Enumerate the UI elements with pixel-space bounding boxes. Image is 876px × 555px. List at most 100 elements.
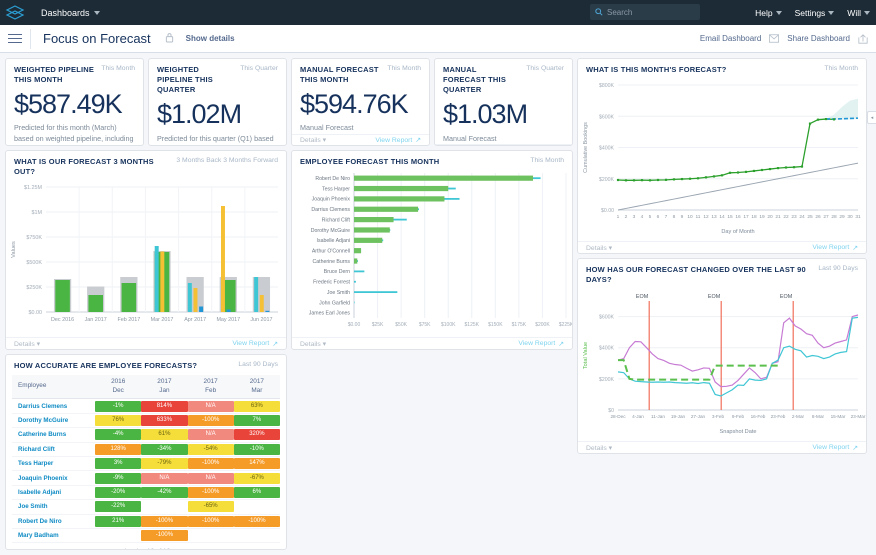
column-header-employee[interactable]: Employee — [12, 375, 96, 400]
column-header-period[interactable]: 2016 Dec — [95, 375, 142, 400]
svg-text:$75K: $75K — [419, 322, 431, 328]
kpi-card-manual-forecast-quarter: MANUAL FORECAST THIS QUARTER This Quarte… — [434, 58, 573, 146]
employee-name-cell[interactable]: Darrius Clemens — [12, 398, 96, 414]
svg-text:Arthur O'Connell: Arthur O'Connell — [312, 249, 350, 255]
employee-name-cell[interactable]: Tess Harper — [12, 456, 96, 472]
show-details-button[interactable]: Show details — [186, 34, 235, 43]
table-row[interactable]: Robert De Niro 21% -100% -100% -100% — [12, 514, 280, 529]
table-row[interactable]: Joaquin Phoenix -9% N/A N/A -67% — [12, 470, 280, 486]
svg-text:Feb 2017: Feb 2017 — [117, 317, 140, 323]
svg-text:13: 13 — [711, 214, 717, 220]
svg-text:$600K: $600K — [599, 114, 615, 120]
svg-text:$125K: $125K — [465, 322, 480, 328]
kpi-card-manual-forecast-month: MANUAL FORECAST THIS MONTH This Month $5… — [291, 58, 430, 146]
nav-help[interactable]: Help — [755, 8, 782, 18]
accuracy-cell: -10% — [233, 442, 280, 457]
svg-text:Jun 2017: Jun 2017 — [250, 317, 272, 323]
view-report-link[interactable]: View Report ↗ — [518, 340, 564, 348]
accuracy-cell: -100% — [141, 514, 188, 529]
table-row[interactable]: Dorothy McGuire 76% 633% -100% 7% — [12, 413, 280, 429]
share-dashboard-button[interactable]: Share Dashboard — [787, 34, 850, 43]
svg-text:$200K: $200K — [599, 377, 615, 383]
view-report-link[interactable]: View Report ↗ — [812, 244, 858, 252]
card-title: WEIGHTED PIPELINE THIS MONTH — [14, 65, 95, 85]
table-row[interactable]: Catherine Burns -4% 61% N/A 320% — [12, 427, 280, 443]
accuracy-cell: -20% — [95, 485, 142, 501]
employee-name-cell[interactable]: Joaquin Phoenix — [12, 470, 96, 486]
email-icon[interactable] — [769, 34, 780, 43]
employee-accuracy-table: Employee 2016 Dec 2017 Jan 2017 Feb 2017 Mar Dar… — [12, 375, 280, 544]
email-dashboard-button[interactable]: Email Dashboard — [700, 34, 761, 43]
table-row[interactable]: Joe Smith -22% -65% — [12, 499, 280, 515]
svg-text:23: 23 — [791, 214, 797, 220]
svg-text:10: 10 — [687, 214, 693, 220]
column-header-period[interactable]: 2017 Mar — [233, 375, 280, 400]
table-row[interactable]: Richard Clift 128% -34% -54% -10% — [12, 442, 280, 457]
employee-name-cell[interactable]: Catherine Burns — [12, 427, 96, 443]
chart-card-employee-forecast: EMPLOYEE FORECAST THIS MONTH This Month … — [291, 150, 573, 350]
lock-icon — [165, 30, 174, 48]
chevron-down-icon — [864, 10, 870, 15]
svg-text:$600K: $600K — [599, 315, 615, 321]
accuracy-cell: N/A — [187, 398, 234, 414]
horizontal-bar-chart-plot[interactable]: $0.00 $25K $50K $75K $100K $125K $150K $175K $20… — [292, 169, 572, 337]
search-input[interactable]: Search — [590, 4, 700, 20]
card-title: WHAT IS THIS MONTH'S FORECAST? — [586, 65, 727, 74]
view-report-link[interactable]: View Report ↗ — [812, 444, 858, 452]
accuracy-cell: N/A — [187, 427, 234, 443]
nav-user-menu[interactable]: Will — [847, 8, 870, 18]
svg-text:Frederic Forrest: Frederic Forrest — [313, 280, 350, 286]
details-link[interactable]: Details ▾ — [300, 136, 326, 144]
accuracy-cell: N/A — [141, 470, 188, 486]
dashboard-canvas: ◂ WEIGHTED PIPELINE THIS MONTH This Mont… — [0, 53, 876, 555]
details-link[interactable]: Details ▾ — [300, 340, 326, 348]
svg-text:17: 17 — [743, 214, 749, 220]
nav-settings[interactable]: Settings — [795, 8, 835, 18]
employee-name-cell[interactable]: Mary Badham — [12, 528, 96, 544]
kpi-value: $594.76K — [300, 89, 409, 120]
svg-text:EOM: EOM — [780, 294, 793, 300]
collapse-panel-toggle[interactable]: ◂ — [867, 111, 876, 124]
details-link[interactable]: Details ▾ — [586, 244, 612, 252]
accuracy-cell: -100% — [187, 485, 234, 501]
svg-text:2-Mar: 2-Mar — [792, 414, 805, 419]
svg-text:23-Mar: 23-Mar — [851, 414, 866, 419]
nav-app-label: Dashboards — [41, 7, 90, 18]
view-report-link[interactable]: View Report ↗ — [518, 145, 564, 146]
svg-text:22: 22 — [783, 214, 789, 220]
table-row[interactable]: Mary Badham -100% — [12, 528, 280, 544]
table-row[interactable]: Isabelle Adjani -20% -42% -100% 6% — [12, 485, 280, 501]
salesforce-logo[interactable] — [0, 0, 30, 25]
column-header-period[interactable]: 2017 Feb — [187, 375, 234, 400]
column-header-period[interactable]: 2017 Jan — [141, 375, 188, 400]
svg-text:7: 7 — [665, 214, 668, 220]
accuracy-cell: -67% — [233, 470, 280, 486]
svg-text:14: 14 — [719, 214, 725, 220]
employee-name-cell[interactable]: Dorothy McGuire — [12, 413, 96, 429]
employee-name-cell[interactable]: Isabelle Adjani — [12, 485, 96, 501]
employee-name-cell[interactable]: Joe Smith — [12, 499, 96, 515]
chevron-down-icon — [828, 10, 835, 15]
line-chart-plot[interactable]: $0 $200K $400K $600K Total Value Snapshot Dat… — [578, 287, 866, 441]
svg-text:Total Value: Total Value — [583, 342, 589, 369]
accuracy-cell: -100% — [141, 528, 188, 544]
details-link[interactable]: Details ▾ — [443, 145, 469, 146]
details-link[interactable]: Details ▾ — [14, 340, 40, 348]
details-link[interactable]: Details ▾ — [586, 444, 612, 452]
svg-text:23-Feb: 23-Feb — [771, 414, 786, 419]
line-chart-plot[interactable]: $0.00 $200K $400K $600K $800K Cumulative Book… — [578, 77, 866, 241]
view-report-link[interactable]: View Report ↗ — [375, 136, 421, 145]
employee-name-cell[interactable]: Richard Clift — [12, 442, 96, 457]
menu-icon[interactable] — [0, 33, 30, 44]
svg-text:Darrius Clemens: Darrius Clemens — [311, 207, 350, 213]
nav-app-dashboards[interactable]: Dashboards — [36, 5, 105, 21]
svg-text:29: 29 — [839, 214, 845, 220]
table-row[interactable]: Tess Harper 3% -79% -100% 147% — [12, 456, 280, 472]
employee-name-cell[interactable]: Robert De Niro — [12, 514, 96, 529]
view-report-link[interactable]: View Report ↗ — [232, 340, 278, 348]
bar-chart-plot[interactable]: $0.00 $250K $500K $750K $1M $1.25M Values Dec 2… — [6, 179, 286, 337]
share-icon[interactable] — [858, 33, 868, 44]
svg-text:9-Feb: 9-Feb — [732, 414, 745, 419]
table-row[interactable]: Darrius Clemens -1% 814% N/A 63% — [12, 398, 280, 414]
accuracy-cell: N/A — [187, 470, 234, 486]
